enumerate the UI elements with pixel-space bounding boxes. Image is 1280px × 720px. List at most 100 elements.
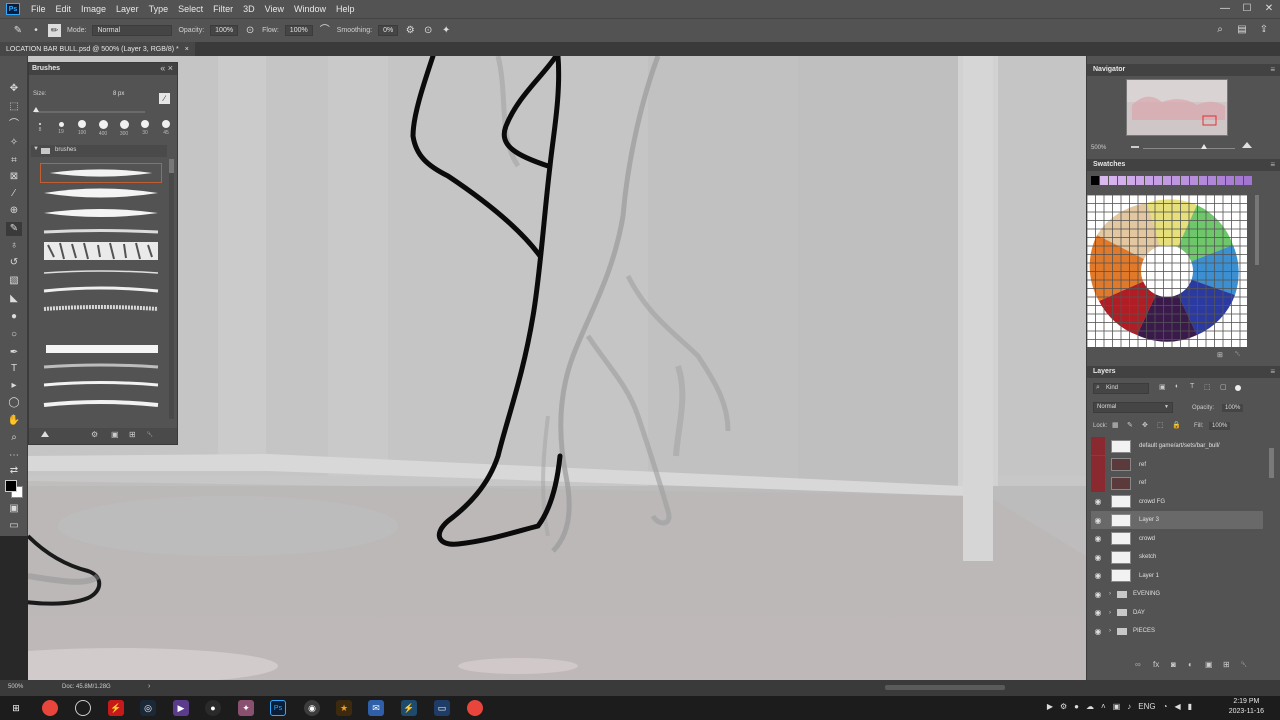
eraser-tool-icon[interactable]: ▧ — [6, 274, 22, 288]
menu-view[interactable]: View — [260, 4, 289, 14]
menu-select[interactable]: Select — [173, 4, 208, 14]
size-field[interactable]: 8 px — [113, 91, 124, 97]
swap-colors-icon[interactable]: ⇄ — [6, 464, 22, 478]
document-tab-close-icon[interactable]: × — [185, 46, 189, 53]
chevron-right-icon[interactable]: › — [1105, 628, 1115, 634]
navigator-zoom-slider-thumb[interactable] — [1201, 144, 1207, 149]
color-swatch[interactable] — [1244, 176, 1252, 185]
lock-transparency-icon[interactable]: ▦ — [1112, 421, 1119, 429]
document-tab[interactable]: LOCATION BAR BULL.psd @ 500% (Layer 3, R… — [0, 42, 195, 56]
layer-group-row[interactable]: ◉ › PIECES — [1091, 622, 1263, 640]
layer-filter-dropdown[interactable]: ⌕ Kind — [1093, 383, 1149, 394]
speaker-icon[interactable]: ◀ — [1174, 702, 1180, 711]
brush-tip-preset[interactable]: 100 — [73, 120, 91, 136]
document-canvas[interactable] — [28, 56, 1086, 680]
size-slider[interactable] — [35, 111, 145, 113]
blur-tool-icon[interactable]: ● — [6, 310, 22, 324]
chrome-alt-icon[interactable] — [467, 700, 483, 716]
new-swatch-icon[interactable]: ⊞ — [1217, 351, 1223, 359]
color-swatch[interactable] — [1199, 176, 1207, 185]
brush-tip-preset[interactable]: 8 — [31, 123, 49, 133]
minimize-button[interactable]: — — [1214, 0, 1236, 18]
magic-wand-tool-icon[interactable]: ✧ — [6, 136, 22, 150]
crop-tool-icon[interactable]: ⌗ — [6, 154, 22, 168]
flash-app-icon[interactable]: ⚡ — [108, 700, 124, 716]
link-layers-icon[interactable]: ∞ — [1135, 660, 1141, 669]
filter-toggle-icon[interactable] — [1235, 385, 1241, 391]
lock-all-icon[interactable]: 🔒 — [1172, 421, 1181, 429]
brushes-panel-close-icon[interactable]: « × — [160, 63, 173, 73]
visibility-eye-icon[interactable]: ◉ — [1091, 590, 1105, 599]
layer-group-row[interactable]: ◉ › EVENING — [1091, 585, 1263, 603]
delete-swatch-icon[interactable]: ␡ — [1235, 351, 1241, 359]
type-tool-icon[interactable]: T — [6, 362, 22, 376]
chrome-icon[interactable] — [42, 700, 58, 716]
navigator-zoom-slider[interactable] — [1143, 148, 1235, 149]
menu-layer[interactable]: Layer — [111, 4, 144, 14]
status-doc-size[interactable]: Doc: 45.8M/1.28G — [62, 684, 111, 690]
menu-filter[interactable]: Filter — [208, 4, 238, 14]
brush-tool-icon[interactable]: ✎ — [12, 25, 24, 37]
network-icon[interactable]: ▣ — [1113, 702, 1121, 711]
pressure-size-icon[interactable]: ⊙ — [422, 25, 434, 37]
fill-field[interactable]: 100% — [1209, 422, 1231, 430]
share-icon[interactable]: ⇪ — [1258, 24, 1270, 36]
photoshop-taskbar-icon[interactable]: Ps — [270, 700, 286, 716]
lock-artboard-icon[interactable]: ⬚ — [1157, 421, 1164, 429]
zoom-out-icon[interactable] — [1131, 146, 1139, 148]
brush-list-scrollbar[interactable] — [169, 159, 174, 419]
brush-settings-icon[interactable]: ⚙ — [91, 430, 98, 439]
dodge-tool-icon[interactable]: ○ — [6, 328, 22, 342]
layer-opacity-field[interactable]: 100% — [1222, 404, 1244, 412]
workspace-icon[interactable]: ▤ — [1236, 24, 1248, 36]
filter-pixel-icon[interactable]: ▣ — [1159, 383, 1166, 391]
menu-3d[interactable]: 3D — [238, 4, 260, 14]
swatches-panel-header[interactable]: Swatches ≡ — [1087, 159, 1280, 171]
color-swatch[interactable] — [1109, 176, 1117, 185]
windows-start-icon[interactable]: ⊞ — [8, 700, 24, 716]
zoom-tool-icon[interactable]: ⌕ — [6, 431, 22, 445]
layer-row[interactable]: ref — [1091, 455, 1263, 474]
color-swatch[interactable] — [1145, 176, 1153, 185]
move-tool-icon[interactable]: ✥ — [6, 82, 22, 96]
hand-tool-icon[interactable]: ✋ — [6, 414, 22, 428]
color-swatch[interactable] — [1118, 176, 1126, 185]
color-swatch[interactable] — [1091, 176, 1099, 185]
visibility-eye-icon[interactable]: ◉ — [1091, 571, 1105, 580]
layer-group-row[interactable]: ◉ › DAY — [1091, 604, 1263, 622]
symmetry-icon[interactable]: ✦ — [440, 25, 452, 37]
brush-preset-picker-icon[interactable]: • — [30, 25, 42, 37]
layers-scrollbar[interactable] — [1269, 448, 1274, 478]
healing-brush-tool-icon[interactable]: ⊕ — [6, 204, 22, 218]
lasso-tool-icon[interactable]: ⌒ — [6, 118, 22, 132]
toggle-brush-panel-icon[interactable]: ✏ — [48, 24, 61, 37]
tray-cloud-icon[interactable]: ☁ — [1086, 702, 1094, 711]
chevron-right-icon[interactable]: › — [1105, 610, 1115, 616]
frame-tool-icon[interactable]: ⊠ — [6, 170, 22, 184]
color-swatch[interactable] — [1217, 176, 1225, 185]
color-swatch[interactable] — [1100, 176, 1108, 185]
layer-row[interactable]: ◉ crowd — [1091, 530, 1263, 548]
chevron-down-icon[interactable]: ▼ — [33, 146, 39, 152]
visibility-eye-icon[interactable]: ◉ — [1091, 497, 1105, 506]
more-tools-icon[interactable]: ⋯ — [6, 449, 22, 463]
brush-preset[interactable] — [40, 163, 162, 183]
mode-dropdown[interactable]: Normal — [92, 25, 173, 36]
brush-preset[interactable] — [40, 263, 162, 283]
menu-edit[interactable]: Edit — [51, 4, 77, 14]
art-app-icon[interactable]: ✦ — [238, 700, 254, 716]
status-zoom[interactable]: 500% — [8, 684, 23, 690]
layer-row[interactable]: default game/art/sets/bar_bull/ — [1091, 437, 1263, 455]
close-button[interactable]: ✕ — [1258, 0, 1280, 18]
color-swatch[interactable] — [1190, 176, 1198, 185]
layer-row[interactable]: ◉ crowd FG — [1091, 493, 1263, 511]
battery-icon[interactable]: ▮ — [1188, 702, 1192, 711]
visibility-eye-icon[interactable]: ◉ — [1091, 516, 1105, 525]
menu-window[interactable]: Window — [289, 4, 331, 14]
paint-bucket-tool-icon[interactable]: ◣ — [6, 292, 22, 306]
brushes-panel-header[interactable]: Brushes « × — [29, 63, 177, 75]
tray-settings-icon[interactable]: ⚙ — [1060, 702, 1067, 711]
brush-preset[interactable] — [40, 203, 162, 223]
system-clock[interactable]: 2:19 PM 2023-11-16 — [1229, 697, 1264, 717]
brush-preset[interactable] — [40, 339, 162, 359]
